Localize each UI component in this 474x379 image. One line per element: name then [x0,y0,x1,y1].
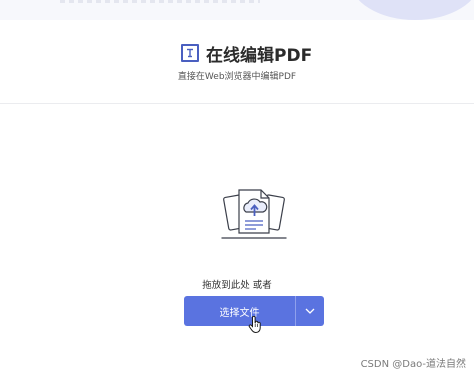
choose-file-button[interactable]: 选择文件 [184,296,296,326]
page-header: 在线编辑PDF 直接在Web浏览器中编辑PDF [0,20,474,104]
page-subtitle: 直接在Web浏览器中编辑PDF [177,72,297,82]
top-decoration-strip [0,0,474,20]
chevron-down-icon [305,308,315,314]
text-box-icon [181,44,199,62]
cloud-upload-document-icon [221,189,287,239]
hand-pointer-icon [248,316,261,334]
file-drop-zone[interactable]: 拖放到此处 或者 选择文件 [0,105,474,379]
watermark-credit: CSDN @Dao-道法自然 [360,359,466,370]
title-row: 在线编辑PDF [181,42,313,66]
decoration-blob [350,0,474,20]
page-title: 在线编辑PDF [206,45,313,66]
upload-options-dropdown[interactable] [296,296,324,326]
drop-instruction: 拖放到此处 或者 [202,280,272,291]
decoration-line [60,0,260,3]
